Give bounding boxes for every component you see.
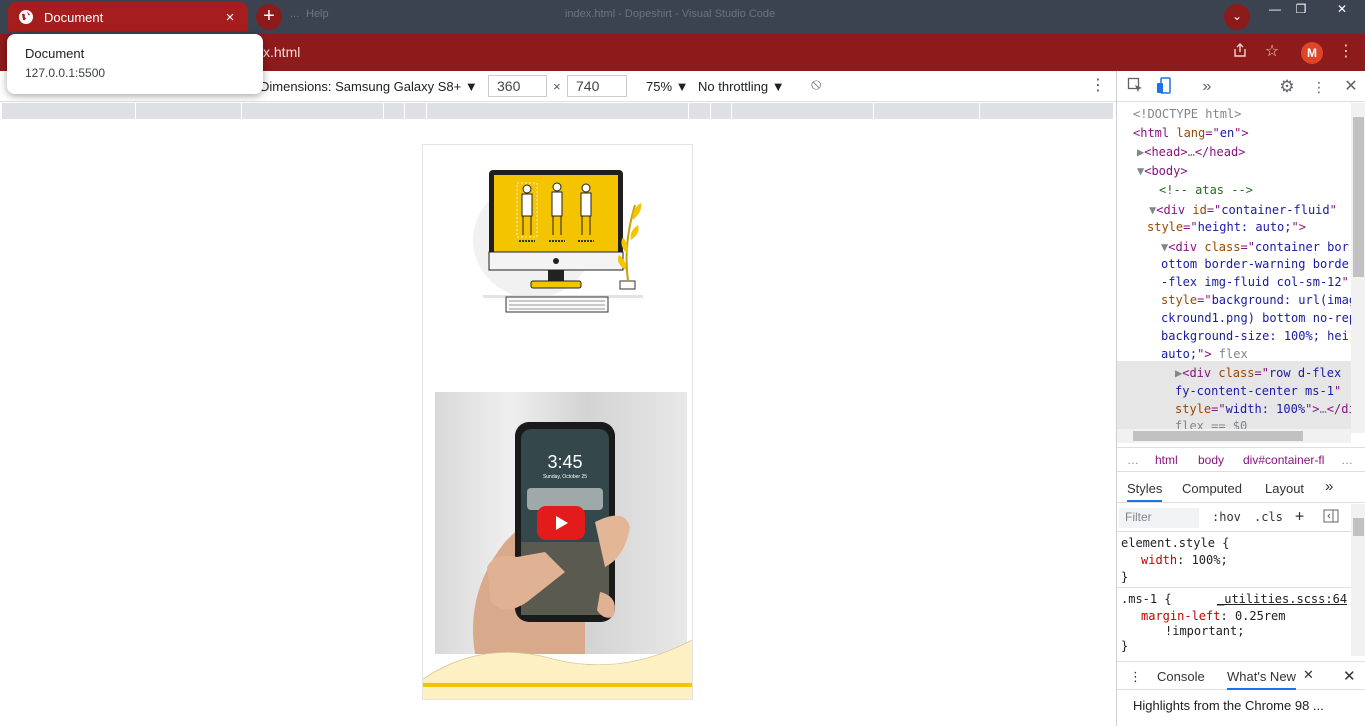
- devtools-panel: » ⚙ ⋮ ✕ <!DOCTYPE html> <html lang="en"> ▶…: [1116, 71, 1365, 726]
- tab-hover-card: Document 127.0.0.1:5500: [7, 34, 263, 94]
- throttling-select[interactable]: No throttling ▼: [698, 79, 785, 94]
- new-tab-button[interactable]: +: [256, 4, 282, 30]
- whats-new-highlight[interactable]: Highlights from the Chrome 98 ...: [1133, 698, 1324, 713]
- styles-filter-row: Filter :hov .cls +: [1117, 504, 1351, 532]
- dom-node-line[interactable]: style="height: auto;">: [1147, 220, 1306, 234]
- breadcrumb-html[interactable]: html: [1155, 453, 1178, 467]
- video-date-label: Sunday, October 25: [543, 474, 587, 480]
- tab-title: Document: [44, 9, 104, 25]
- video-thumbnail[interactable]: 3:45 Sunday, October 25: [435, 392, 687, 654]
- dom-node-line[interactable]: <!DOCTYPE html>: [1133, 107, 1241, 121]
- devtools-toolbar: » ⚙ ⋮ ✕: [1117, 71, 1365, 102]
- dom-node-line[interactable]: -flex img-fluid col-sm-12": [1161, 275, 1349, 289]
- device-width-input[interactable]: 360: [488, 75, 547, 97]
- new-rule-icon[interactable]: +: [1295, 507, 1304, 525]
- elements-horizontal-scrollbar[interactable]: [1117, 429, 1351, 443]
- close-devtools-icon[interactable]: ✕: [1341, 77, 1361, 97]
- drawer-menu-icon[interactable]: ⋮: [1129, 669, 1142, 685]
- device-dimensions-select[interactable]: Dimensions: Samsung Galaxy S8+ ▼: [260, 79, 478, 94]
- tab-whats-new[interactable]: What's New: [1227, 669, 1296, 690]
- dom-node-line[interactable]: ▼<body>: [1137, 164, 1188, 178]
- element-style-selector: element.style {: [1121, 536, 1230, 550]
- bookmark-star-icon[interactable]: ☆: [1262, 42, 1282, 62]
- browser-title-bar: Document × + ... Help index.html - Dopes…: [0, 0, 1365, 34]
- tab-styles[interactable]: Styles: [1127, 481, 1163, 502]
- styles-rules[interactable]: element.style { width: 100%; } .ms-1 { _…: [1117, 533, 1351, 655]
- tab-search-button[interactable]: ⌄: [1224, 4, 1250, 30]
- dom-node-line[interactable]: <!-- atas -->: [1159, 183, 1253, 197]
- tab-close-icon[interactable]: ×: [222, 9, 238, 26]
- dom-node-line[interactable]: auto;"> flex: [1161, 347, 1248, 361]
- elements-tree[interactable]: <!DOCTYPE html> <html lang="en"> ▶<head>…<…: [1117, 103, 1351, 433]
- breadcrumb-body[interactable]: body: [1198, 453, 1224, 467]
- dom-node-line[interactable]: ▼<div class="container bor: [1161, 240, 1349, 254]
- tab-console[interactable]: Console: [1157, 669, 1205, 684]
- breadcrumb-ellipsis[interactable]: …: [1127, 453, 1139, 467]
- toggle-sidebar-icon[interactable]: [1323, 508, 1339, 527]
- media-query-bar[interactable]: [2, 103, 1113, 119]
- url-text[interactable]: x.html: [263, 44, 300, 60]
- dom-node-line[interactable]: ottom border-warning borde: [1161, 257, 1349, 271]
- breadcrumb-div[interactable]: div#container-fl: [1243, 453, 1337, 467]
- profile-avatar[interactable]: M: [1301, 42, 1323, 64]
- globe-icon: [19, 10, 33, 24]
- emulated-device-screen[interactable]: 3:45 Sunday, October 25: [422, 144, 693, 700]
- styles-scrollbar[interactable]: [1351, 504, 1365, 656]
- close-drawer-icon[interactable]: ✕: [1343, 667, 1356, 685]
- settings-gear-icon[interactable]: ⚙: [1277, 77, 1297, 97]
- dom-node-line[interactable]: ▶<head>…</head>: [1137, 145, 1245, 159]
- breadcrumb: … html body div#container-fl …: [1117, 447, 1365, 472]
- restore-button[interactable]: ❐: [1286, 0, 1316, 18]
- toggle-device-toolbar-icon[interactable]: [1154, 77, 1174, 97]
- dom-node-line[interactable]: ckround1.png) bottom no-rep: [1161, 311, 1351, 325]
- emulated-viewport: 3:45 Sunday, October 25: [0, 120, 1116, 726]
- zoom-select[interactable]: 75% ▼: [646, 79, 689, 94]
- browser-tab[interactable]: Document ×: [8, 2, 248, 32]
- source-link[interactable]: _utilities.scss:64: [1217, 592, 1347, 606]
- drawer-tab-bar: ⋮ Console What's New ✕ ✕: [1117, 661, 1365, 690]
- rule-close-brace: }: [1121, 570, 1129, 584]
- hover-card-url: 127.0.0.1:5500: [25, 66, 106, 80]
- tab-layout[interactable]: Layout: [1265, 481, 1304, 496]
- more-tabs-chevron-icon[interactable]: »: [1197, 77, 1217, 97]
- dom-node-line[interactable]: style="width: 100%">…</di: [1175, 402, 1351, 416]
- bottom-wave-decoration: [423, 639, 692, 699]
- dom-node-line[interactable]: ▼<div id="container-fluid": [1149, 203, 1337, 217]
- video-time-label: 3:45: [547, 452, 582, 472]
- more-options-icon[interactable]: ⋮: [1090, 75, 1106, 95]
- dom-node-line[interactable]: ▶<div class="row d-flex: [1175, 366, 1341, 380]
- youtube-play-icon[interactable]: [537, 506, 585, 540]
- more-style-tabs-icon[interactable]: »: [1325, 478, 1333, 495]
- tab-computed[interactable]: Computed: [1182, 481, 1242, 496]
- dom-node-line[interactable]: fy-content-center ms-1": [1175, 384, 1341, 398]
- share-icon[interactable]: [1230, 42, 1250, 62]
- close-window-button[interactable]: ✕: [1324, 0, 1360, 18]
- background-menu-help: Help: [306, 8, 329, 20]
- ms-1-selector: .ms-1 {: [1121, 592, 1172, 606]
- close-whats-new-icon[interactable]: ✕: [1303, 667, 1314, 683]
- menu-kebab-icon[interactable]: ⋮: [1336, 42, 1356, 62]
- dimension-separator: ×: [553, 79, 561, 94]
- devtools-menu-icon[interactable]: ⋮: [1309, 77, 1329, 97]
- class-toggle[interactable]: .cls: [1254, 510, 1283, 524]
- inspect-element-icon[interactable]: [1125, 77, 1145, 97]
- width-declaration[interactable]: width: 100%;: [1141, 553, 1228, 567]
- hover-card-title: Document: [25, 46, 85, 61]
- device-height-input[interactable]: 740: [567, 75, 627, 97]
- dom-node-line[interactable]: background-size: 100%; hei: [1161, 329, 1349, 343]
- styles-tab-bar: Styles Computed Layout »: [1117, 475, 1365, 503]
- elements-vertical-scrollbar[interactable]: [1351, 103, 1365, 433]
- styles-filter-input[interactable]: Filter: [1119, 508, 1199, 528]
- dom-node-line[interactable]: <html lang="en">: [1133, 126, 1249, 140]
- background-menu-item: ...: [290, 8, 300, 20]
- rule-close-brace-2: }: [1121, 639, 1129, 653]
- dom-node-line[interactable]: style="background: url(imag: [1161, 293, 1351, 307]
- margin-left-declaration[interactable]: margin-left: 0.25rem: [1141, 609, 1286, 623]
- background-window-title: index.html - Dopeshirt - Visual Studio C…: [565, 8, 776, 20]
- hover-state-toggle[interactable]: :hov: [1212, 510, 1241, 524]
- computer-illustration: [473, 170, 643, 313]
- rotate-icon[interactable]: ⦸: [811, 76, 821, 94]
- breadcrumb-more[interactable]: …: [1341, 453, 1353, 467]
- important-flag: !important;: [1165, 624, 1245, 638]
